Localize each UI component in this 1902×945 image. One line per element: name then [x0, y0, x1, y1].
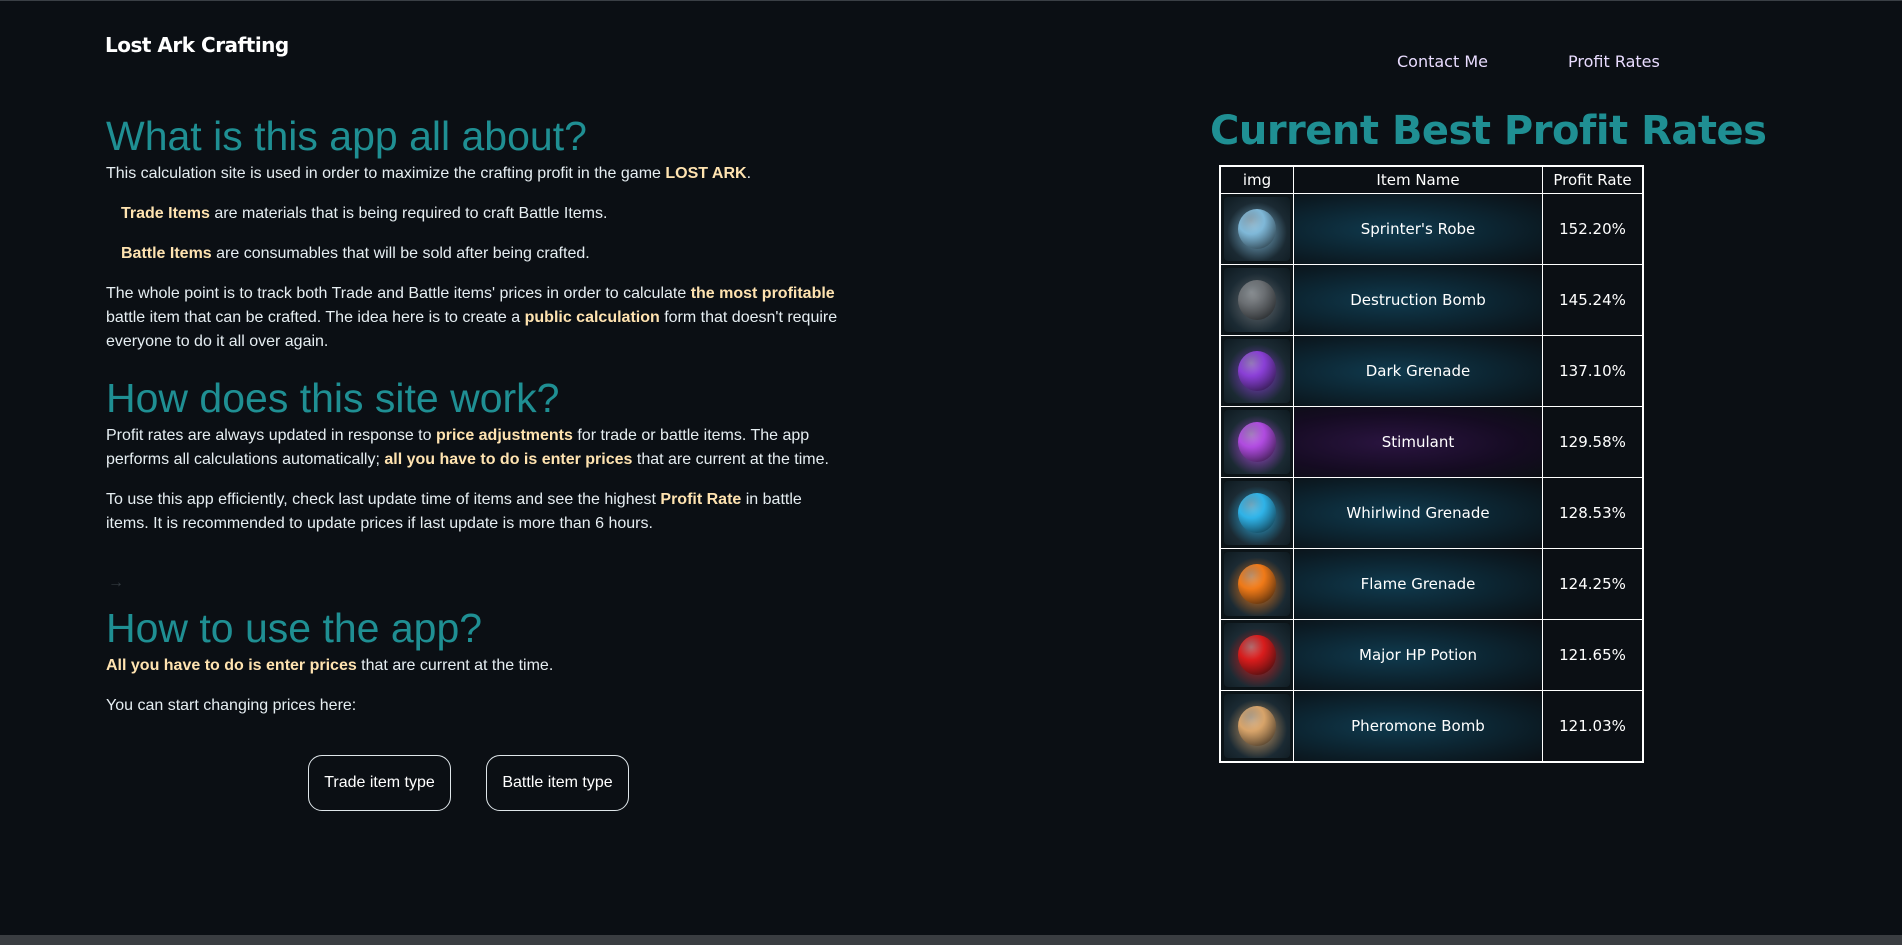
purpose-paragraph: The whole point is to track both Trade a… — [106, 285, 838, 350]
bottom-bar — [0, 935, 1902, 945]
profit-rate-cell: 129.58% — [1542, 406, 1644, 478]
battle-items-paragraph: Battle Items are consumables that will b… — [121, 245, 590, 262]
table-row[interactable]: Major HP Potion 121.65% — [1219, 619, 1644, 691]
use-paragraph-2: You can start changing prices here: — [106, 697, 357, 714]
robe-icon — [1224, 197, 1290, 261]
pheromone-bomb-icon — [1224, 694, 1290, 758]
header-item-name: Item Name — [1293, 165, 1543, 194]
item-name-cell: Sprinter's Robe — [1293, 193, 1543, 265]
item-name-cell: Flame Grenade — [1293, 548, 1543, 620]
about-paragraph: This calculation site is used in order t… — [106, 165, 752, 182]
brand-logo[interactable]: Lost Ark Crafting — [105, 33, 289, 57]
item-image-cell — [1219, 335, 1294, 407]
item-name-cell: Pheromone Bomb — [1293, 690, 1543, 763]
whirlwind-grenade-icon — [1224, 481, 1290, 545]
nav-contact-link[interactable]: Contact Me — [1397, 52, 1488, 71]
about-title: What is this app all about? — [106, 113, 587, 159]
item-image-cell — [1219, 406, 1294, 478]
profit-rate-cell: 145.24% — [1542, 264, 1644, 336]
battle-item-type-button[interactable]: Battle item type — [486, 755, 629, 811]
profit-rate-cell: 128.53% — [1542, 477, 1644, 549]
nav-profit-rates-link[interactable]: Profit Rates — [1568, 52, 1660, 71]
profit-rates-table: img Item Name Profit Rate Sprinter's Rob… — [1219, 165, 1644, 763]
trade-item-type-button[interactable]: Trade item type — [308, 755, 451, 811]
item-name-cell: Dark Grenade — [1293, 335, 1543, 407]
item-name-cell: Stimulant — [1293, 406, 1543, 478]
item-image-cell — [1219, 264, 1294, 336]
profit-rate-cell: 121.65% — [1542, 619, 1644, 691]
flame-grenade-icon — [1224, 552, 1290, 616]
how-paragraph-1: Profit rates are always updated in respo… — [106, 427, 829, 468]
top-border — [0, 0, 1902, 1]
table-row[interactable]: Stimulant 129.58% — [1219, 406, 1644, 478]
how-paragraph-2: To use this app efficiently, check last … — [106, 491, 802, 532]
table-row[interactable]: Pheromone Bomb 121.03% — [1219, 690, 1644, 763]
hp-potion-icon — [1224, 623, 1290, 687]
table-row[interactable]: Dark Grenade 137.10% — [1219, 335, 1644, 407]
profit-rate-cell: 121.03% — [1542, 690, 1644, 763]
table-row[interactable]: Sprinter's Robe 152.20% — [1219, 193, 1644, 265]
item-image-cell — [1219, 690, 1294, 763]
arrow-icon: → — [108, 574, 124, 591]
dark-grenade-icon — [1224, 339, 1290, 403]
item-name-cell: Major HP Potion — [1293, 619, 1543, 691]
item-image-cell — [1219, 193, 1294, 265]
use-paragraph-1: All you have to do is enter prices that … — [106, 657, 554, 674]
header-img: img — [1219, 165, 1294, 194]
stimulant-icon — [1224, 410, 1290, 474]
table-row[interactable]: Whirlwind Grenade 128.53% — [1219, 477, 1644, 549]
header-profit-rate: Profit Rate — [1542, 165, 1644, 194]
profit-rates-title: Current Best Profit Rates — [1210, 108, 1767, 154]
item-name-cell: Destruction Bomb — [1293, 264, 1543, 336]
use-title: How to use the app? — [106, 605, 483, 651]
profit-rate-cell: 152.20% — [1542, 193, 1644, 265]
item-image-cell — [1219, 477, 1294, 549]
profit-rate-cell: 137.10% — [1542, 335, 1644, 407]
how-title: How does this site work? — [106, 375, 560, 421]
profit-rate-cell: 124.25% — [1542, 548, 1644, 620]
bomb-icon — [1224, 268, 1290, 332]
intro-section: What is this app all about? This calcula… — [106, 110, 846, 718]
item-image-cell — [1219, 548, 1294, 620]
table-header-row: img Item Name Profit Rate — [1219, 165, 1644, 194]
trade-items-paragraph: Trade Items are materials that is being … — [121, 205, 608, 222]
table-row[interactable]: Flame Grenade 124.25% — [1219, 548, 1644, 620]
item-image-cell — [1219, 619, 1294, 691]
table-row[interactable]: Destruction Bomb 145.24% — [1219, 264, 1644, 336]
item-name-cell: Whirlwind Grenade — [1293, 477, 1543, 549]
